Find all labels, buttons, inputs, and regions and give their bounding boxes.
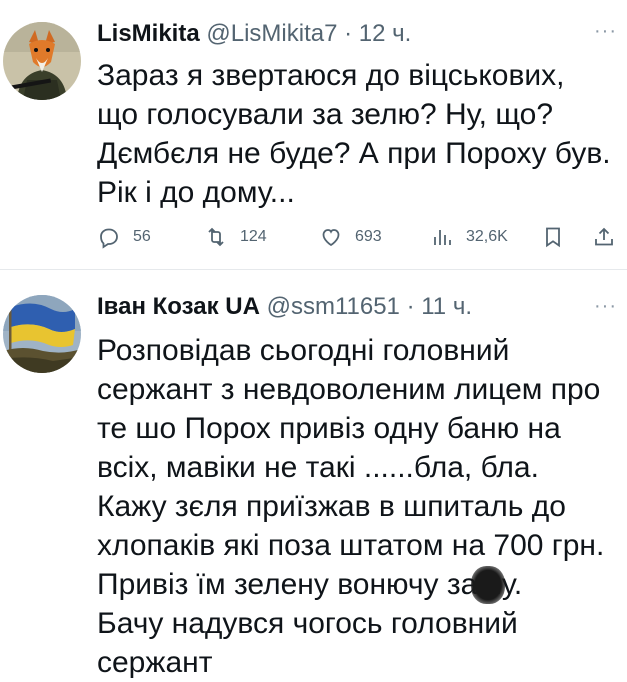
- retweet-count: 124: [240, 228, 267, 245]
- author-handle[interactable]: @ssm11651: [267, 293, 400, 320]
- tweet-1[interactable]: LisMikita @LisMikita7 · 12 ч. ··· Зараз …: [0, 0, 627, 270]
- reply-button[interactable]: 56: [97, 222, 151, 252]
- share-icon: [595, 227, 613, 246]
- reply-icon: [100, 228, 118, 249]
- views-button[interactable]: 32,6K: [430, 222, 508, 252]
- more-icon[interactable]: ···: [594, 295, 617, 318]
- bookmark-icon: [546, 227, 560, 248]
- like-count: 693: [355, 228, 382, 245]
- like-icon: [322, 229, 340, 247]
- avatar[interactable]: [3, 22, 81, 100]
- tweet-text: Зараз я звертаюся до віцськових, що голо…: [97, 59, 611, 209]
- reply-count: 56: [133, 228, 151, 245]
- avatar-flag-image: [3, 295, 81, 373]
- author-handle[interactable]: @LisMikita7: [206, 20, 337, 47]
- share-button[interactable]: [592, 222, 627, 252]
- more-icon[interactable]: ···: [594, 20, 617, 43]
- tweet-2[interactable]: Іван Козак UA @ssm11651 · 11 ч. ··· Розп…: [0, 270, 627, 679]
- tweet-time[interactable]: · 11 ч.: [407, 293, 472, 320]
- author-name[interactable]: Іван Козак UA: [97, 293, 260, 320]
- retweet-icon: [208, 227, 224, 247]
- like-button[interactable]: 693: [319, 222, 382, 252]
- author-name[interactable]: LisMikita: [97, 20, 200, 47]
- tweet-time[interactable]: · 12 ч.: [344, 20, 411, 47]
- tweet-header: Іван Козак UA @ssm11651 · 11 ч.: [97, 293, 472, 321]
- tweet-text: Розповідав сьогодні головний сержант з н…: [97, 334, 605, 679]
- tweet-actions: 56 124 693 32,6K: [97, 222, 627, 252]
- avatar-fox-image: [3, 22, 81, 100]
- tweet-header: LisMikita @LisMikita7 · 12 ч.: [97, 20, 411, 48]
- views-count: 32,6K: [466, 228, 508, 245]
- avatar[interactable]: [3, 295, 81, 373]
- views-icon: [434, 230, 451, 245]
- censor-blot: [471, 566, 505, 604]
- bookmark-button[interactable]: [541, 222, 577, 252]
- retweet-button[interactable]: 124: [204, 222, 267, 252]
